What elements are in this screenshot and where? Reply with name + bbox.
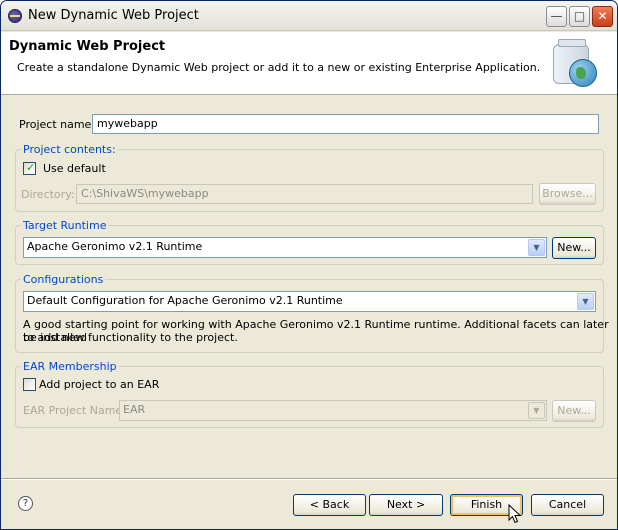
project-contents-legend: Project contents: [21, 143, 118, 156]
footer-separator-highlight [1, 479, 617, 480]
configurations-legend: Configurations [21, 273, 106, 286]
page-title: Dynamic Web Project [9, 39, 166, 54]
configuration-description-line2: to add new functionality to the project. [23, 331, 238, 344]
target-runtime-select[interactable]: Apache Geronimo v2.1 Runtime ▼ [23, 237, 547, 258]
maximize-button[interactable]: □ [569, 6, 590, 27]
ear-project-name-label: EAR Project Name: [23, 404, 126, 417]
ear-project-name-select: EAR ▼ [119, 400, 547, 421]
directory-label: Directory: [21, 188, 75, 201]
project-name-input[interactable]: mywebapp [92, 114, 599, 134]
browse-button: Browse... [539, 183, 596, 205]
wizard-window: New Dynamic Web Project — □ ✕ Dynamic We… [0, 0, 618, 530]
chevron-down-icon[interactable]: ▼ [577, 293, 594, 310]
web-project-banner-icon [550, 39, 600, 89]
ear-project-name-value: EAR [123, 403, 146, 416]
chevron-down-icon: ▼ [528, 402, 545, 419]
directory-input: C:\ShivaWS\mywebapp [76, 184, 533, 204]
window-title: New Dynamic Web Project [28, 8, 199, 23]
use-default-label[interactable]: Use default [43, 162, 106, 175]
minimize-button[interactable]: — [546, 6, 567, 27]
new-runtime-button[interactable]: New... [552, 237, 596, 259]
use-default-checkbox[interactable]: ✓ [23, 161, 36, 175]
globe-icon [569, 59, 597, 87]
wizard-header: Dynamic Web Project Create a standalone … [1, 32, 617, 95]
back-button[interactable]: < Back [293, 494, 366, 516]
checkmark-icon: ✓ [26, 161, 36, 174]
page-description: Create a standalone Dynamic Web project … [17, 61, 541, 74]
configuration-value: Default Configuration for Apache Geronim… [27, 294, 343, 307]
mouse-cursor-icon [508, 504, 522, 524]
chevron-down-icon[interactable]: ▼ [528, 239, 545, 256]
configuration-select[interactable]: Default Configuration for Apache Geronim… [23, 291, 596, 312]
next-button[interactable]: Next > [369, 494, 443, 516]
project-name-label: Project name: [19, 118, 96, 131]
add-to-ear-checkbox[interactable] [23, 378, 36, 391]
new-ear-button: New... [552, 400, 596, 422]
target-runtime-value: Apache Geronimo v2.1 Runtime [27, 240, 203, 253]
ear-membership-legend: EAR Membership [21, 360, 119, 373]
cancel-button[interactable]: Cancel [531, 494, 604, 516]
title-bar[interactable]: New Dynamic Web Project — □ ✕ [1, 1, 617, 31]
add-to-ear-label[interactable]: Add project to an EAR [39, 378, 159, 391]
close-button[interactable]: ✕ [592, 6, 613, 27]
target-runtime-legend: Target Runtime [21, 219, 109, 232]
help-icon[interactable]: ? [18, 496, 33, 511]
eclipse-icon [8, 9, 22, 23]
